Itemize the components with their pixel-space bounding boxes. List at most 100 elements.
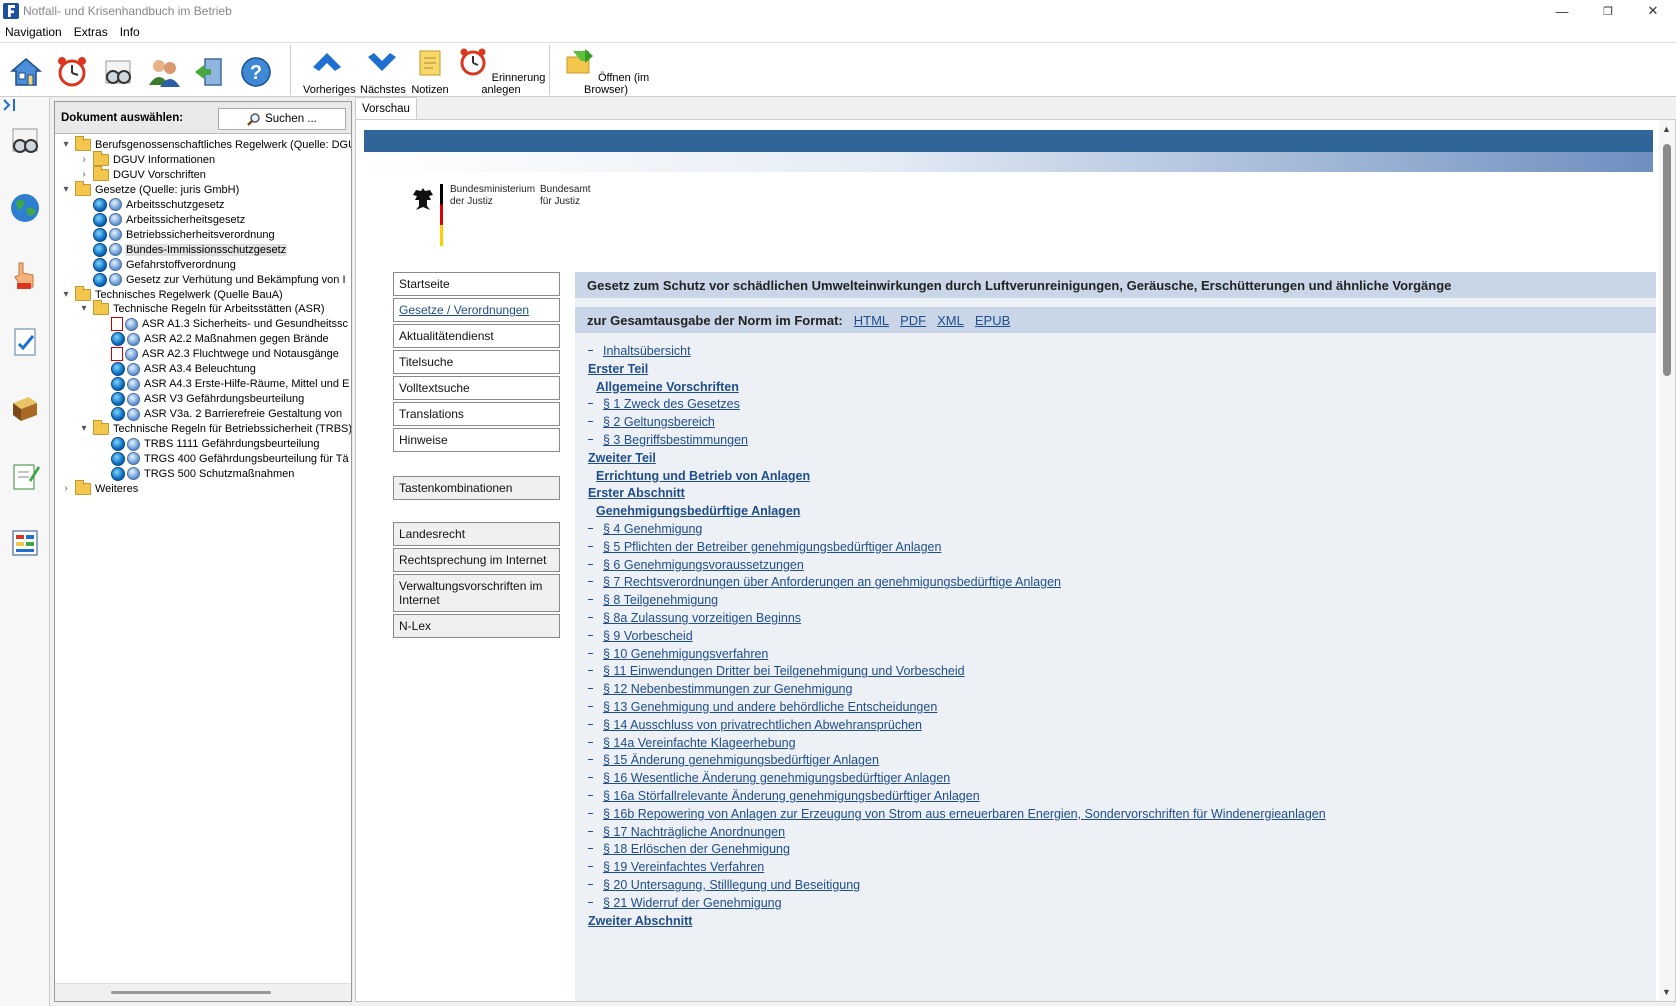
toc-entry-label[interactable]: Errichtung und Betrieb von Anlagen <box>596 469 810 483</box>
nav-gesetze-verordnungen[interactable]: Gesetze / Verordnungen <box>393 298 560 322</box>
users-icon[interactable] <box>147 55 181 89</box>
toc-entry-label[interactable]: Genehmigungsbedürftige Anlagen <box>596 504 800 518</box>
tree-item[interactable]: Betriebssicherheitsverordnung <box>79 227 276 243</box>
tree-item[interactable]: ▾ Berufsgenossenschaftliches Regelwerk (Q… <box>61 136 351 153</box>
vertical-scrollbar[interactable]: ▲ ▼ <box>1659 120 1675 1001</box>
tree-item[interactable]: ASR V3 Gefährdungsbeurteilung <box>97 391 305 407</box>
toc-entry-label[interactable]: § 7 Rechtsverordnungen über Anforderunge… <box>603 575 1061 589</box>
book-icon[interactable] <box>9 393 41 425</box>
toc-entry[interactable]: § 1 Zweck des Gesetzes <box>588 397 740 411</box>
format-pdf-link[interactable]: PDF <box>900 313 926 328</box>
expander-icon[interactable]: ▾ <box>61 289 71 300</box>
toc-entry-label[interactable]: § 14 Ausschluss von privatrechtlichen Ab… <box>603 718 922 732</box>
nav-translations[interactable]: Translations <box>393 402 560 426</box>
hand-pointer-icon[interactable] <box>9 259 41 291</box>
globe-icon[interactable] <box>9 192 41 224</box>
tree-item[interactable]: ▾ Gesetze (Quelle: juris GmbH) <box>61 180 240 198</box>
nav-verwaltungsvorschriften[interactable]: Verwaltungsvorschriften im Internet <box>393 574 560 612</box>
tree-item[interactable]: ▾ Technische Regeln für Betriebssicherhei… <box>79 420 351 437</box>
toc-entry-label[interactable]: § 14a Vereinfachte Klageerhebung <box>603 736 796 750</box>
horizontal-scrollbar[interactable] <box>55 983 351 1001</box>
menu-navigation[interactable]: Navigation <box>0 25 69 39</box>
dashboard-icon[interactable] <box>9 527 41 559</box>
toc-entry[interactable]: § 2 Geltungsbereich <box>588 415 715 429</box>
nav-startseite[interactable]: Startseite <box>393 272 560 296</box>
toc-entry-label[interactable]: § 13 Genehmigung und andere behördliche … <box>603 700 937 714</box>
nav-volltextsuche[interactable]: Volltextsuche <box>393 376 560 400</box>
exit-door-icon[interactable] <box>193 55 227 89</box>
next-button[interactable]: Nächstes <box>360 47 406 96</box>
toc-entry-label[interactable]: § 4 Genehmigung <box>603 522 702 536</box>
expander-icon[interactable]: ▾ <box>61 184 71 195</box>
toc-entry[interactable]: § 8a Zulassung vorzeitigen Beginns <box>588 611 801 625</box>
toc-entry-label[interactable]: § 8a Zulassung vorzeitigen Beginns <box>603 611 801 625</box>
nav-tastenkombinationen[interactable]: Tastenkombinationen <box>393 476 560 500</box>
tree-item[interactable]: TRBS 1111 Gefährdungsbeurteilung <box>97 436 321 452</box>
tab-preview[interactable]: Vorschau <box>355 97 417 119</box>
toc-entry[interactable]: § 10 Genehmigungsverfahren <box>588 647 768 661</box>
toc-entry[interactable]: § 8 Teilgenehmigung <box>588 593 718 607</box>
format-epub-link[interactable]: EPUB <box>975 313 1010 328</box>
toc-entry-label[interactable]: Erster Abschnitt <box>588 486 685 500</box>
open-in-browser-button[interactable]: Öffnen (im Browser) <box>559 47 653 96</box>
notes-button[interactable]: Notizen <box>411 47 449 96</box>
collapse-panel-icon[interactable] <box>3 99 17 111</box>
toc-entry[interactable]: Errichtung und Betrieb von Anlagen <box>596 469 810 483</box>
tree-item[interactable]: Arbeitsschutzgesetz <box>79 197 225 213</box>
toc-entry[interactable]: § 6 Genehmigungsvoraussetzungen <box>588 558 804 572</box>
toc-entry-label[interactable]: § 11 Einwendungen Dritter bei Teilgenehm… <box>603 664 965 678</box>
home-icon[interactable] <box>9 55 43 89</box>
toc-entry[interactable]: § 15 Änderung genehmigungsbedürftiger An… <box>588 753 879 767</box>
minimize-button[interactable]: — <box>1539 0 1585 22</box>
binoculars-icon[interactable] <box>101 55 135 89</box>
nav-nlex[interactable]: N-Lex <box>393 614 560 638</box>
toc-entry-label[interactable]: § 3 Begriffsbestimmungen <box>603 433 748 447</box>
search-button[interactable]: Suchen ... <box>218 108 346 130</box>
toc-entry-label[interactable]: § 21 Widerruf der Genehmigung <box>603 896 782 910</box>
toc-entry-label[interactable]: Zweiter Teil <box>588 451 656 465</box>
maximize-button[interactable]: ❐ <box>1585 0 1631 22</box>
toc-entry-label[interactable]: § 17 Nachträgliche Anordnungen <box>603 825 785 839</box>
toc-entry-label[interactable]: § 16 Wesentliche Änderung genehmigungsbe… <box>603 771 950 785</box>
toc-entry-label[interactable]: § 19 Vereinfachtes Verfahren <box>603 860 764 874</box>
toc-entry[interactable]: § 16a Störfallrelevante Änderung genehmi… <box>588 789 980 803</box>
toc-entry-label[interactable]: § 16a Störfallrelevante Änderung genehmi… <box>603 789 980 803</box>
tree-item[interactable]: › Weiteres <box>61 479 139 497</box>
toc-entry[interactable]: § 19 Vereinfachtes Verfahren <box>588 860 764 874</box>
toc-entry-label[interactable]: § 2 Geltungsbereich <box>603 415 715 429</box>
tree-item[interactable]: TRGS 400 Gefährdungsbeurteilung für Tä <box>97 451 350 467</box>
toc-entry[interactable]: § 9 Vorbescheid <box>588 629 693 643</box>
toc-entry-label[interactable]: § 10 Genehmigungsverfahren <box>603 647 768 661</box>
toc-entry[interactable]: Zweiter Teil <box>588 451 656 465</box>
expander-icon[interactable]: ▾ <box>79 304 89 314</box>
toc-entry[interactable]: § 16 Wesentliche Änderung genehmigungsbe… <box>588 771 950 785</box>
binoculars-icon[interactable] <box>9 125 41 157</box>
toc-entry-label[interactable]: § 16b Repowering von Anlagen zur Erzeugu… <box>603 807 1326 821</box>
toc-entry-label[interactable]: § 12 Nebenbestimmungen zur Genehmigung <box>603 682 852 696</box>
toc-entry-label[interactable]: § 1 Zweck des Gesetzes <box>603 397 740 411</box>
tree-item[interactable]: ASR A4.3 Erste-Hilfe-Räume, Mittel und E <box>97 376 350 392</box>
tree-item[interactable]: Gefahrstoffverordnung <box>79 257 237 273</box>
toc-entry[interactable]: § 14 Ausschluss von privatrechtlichen Ab… <box>588 718 922 732</box>
toc-entry-label[interactable]: Zweiter Abschnitt <box>588 914 692 928</box>
alarm-clock-icon[interactable] <box>55 55 89 89</box>
menu-extras[interactable]: Extras <box>69 25 115 39</box>
toc-entry[interactable]: Zweiter Abschnitt <box>588 914 692 928</box>
toc-entry-label[interactable]: Allgemeine Vorschriften <box>596 380 739 394</box>
toc-entry-label[interactable]: § 9 Vorbescheid <box>603 629 693 643</box>
close-button[interactable]: ✕ <box>1630 0 1676 22</box>
toc-entry[interactable]: § 5 Pflichten der Betreiber genehmigungs… <box>588 540 941 554</box>
tree-item[interactable]: TRGS 500 Schutzmaßnahmen <box>97 466 295 482</box>
toc-entry[interactable]: § 4 Genehmigung <box>588 522 702 536</box>
create-reminder-button[interactable]: Erinnerung anlegen <box>456 47 546 96</box>
tree-item[interactable]: ASR A2.3 Fluchtwege und Notausgänge <box>97 346 340 362</box>
toc-entry-label[interactable]: § 15 Änderung genehmigungsbedürftiger An… <box>603 753 879 767</box>
toc-entry[interactable]: § 11 Einwendungen Dritter bei Teilgenehm… <box>588 664 965 678</box>
toc-entry-label[interactable]: § 5 Pflichten der Betreiber genehmigungs… <box>603 540 941 554</box>
expander-icon[interactable]: ▾ <box>61 140 71 150</box>
tree-item[interactable]: ASR V3a. 2 Barrierefreie Gestaltung von <box>97 406 343 422</box>
toc-entry[interactable]: § 16b Repowering von Anlagen zur Erzeugu… <box>588 807 1326 821</box>
toc-entry[interactable]: § 21 Widerruf der Genehmigung <box>588 896 782 910</box>
tree-item[interactable]: Arbeitssicherheitsgesetz <box>79 212 246 228</box>
toc-entry[interactable]: Inhaltsübersicht <box>588 344 691 358</box>
